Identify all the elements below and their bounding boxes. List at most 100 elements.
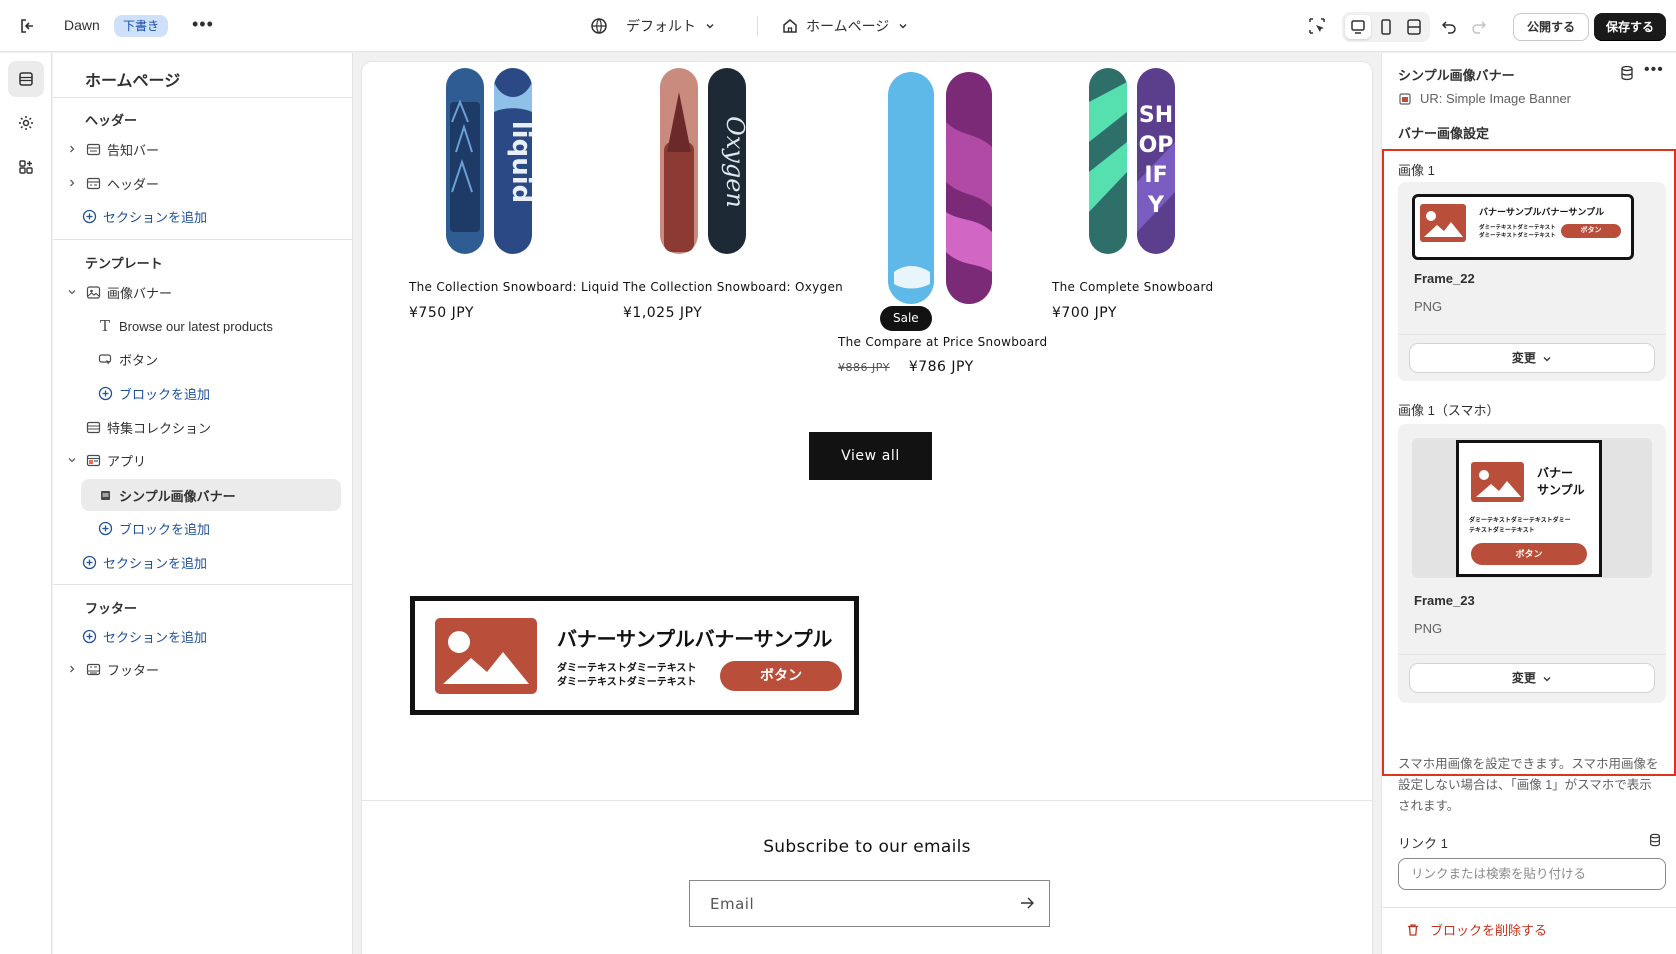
redo-icon[interactable]	[1468, 15, 1490, 37]
add-section-label: セクションを追加	[103, 629, 208, 645]
image-placeholder-icon	[435, 618, 537, 694]
add-section-button[interactable]: セクションを追加	[81, 203, 207, 229]
image1-label: 画像 1	[1398, 163, 1435, 178]
section-label: ヘッダー	[107, 176, 160, 192]
banner-title: バナーサンプルバナーサンプル	[557, 627, 833, 651]
newsletter-title: Subscribe to our emails	[763, 837, 971, 857]
app-icon	[1399, 92, 1411, 105]
section-item-footer[interactable]: フッター	[65, 656, 159, 682]
banner-button[interactable]: ボタン	[720, 661, 842, 691]
announcement-bar-icon	[85, 141, 101, 157]
template-select[interactable]: デフォルト	[590, 14, 716, 38]
header-group-title: ヘッダー	[85, 113, 138, 128]
footer-group-title: フッター	[85, 601, 138, 616]
image1-mobile-picker[interactable]: バナー サンプル ダミーテキストダミーテキストダミー テキストダミーテキスト ボ…	[1398, 424, 1666, 703]
theme-name: Dawn	[64, 17, 100, 33]
product-image[interactable]	[828, 62, 1038, 312]
fullscreen-view-button[interactable]	[1401, 15, 1427, 39]
thumb-title: バナーサンプルバナーサンプル	[1479, 207, 1605, 217]
file-name: Frame_23	[1414, 593, 1475, 608]
banner-text-line: ダミーテキストダミーテキスト	[557, 677, 697, 688]
block-item-heading[interactable]: T Browse our latest products	[97, 313, 273, 339]
link-input[interactable]: リンクまたは検索を貼り付ける	[1398, 858, 1666, 890]
block-item-simple-image-banner[interactable]: シンプル画像バナー	[81, 479, 341, 511]
divider	[53, 584, 353, 585]
thumb-button: ボタン	[1561, 224, 1621, 238]
add-section-label: セクションを追加	[103, 209, 208, 225]
text-icon: T	[99, 317, 110, 335]
product-image[interactable]: SH OP IF Y	[1043, 62, 1253, 282]
settings-rail-button[interactable]	[8, 105, 44, 141]
page-title: ホームページ	[85, 73, 181, 90]
database-icon[interactable]	[1648, 833, 1662, 850]
undo-icon[interactable]	[1438, 15, 1460, 37]
file-name: Frame_22	[1414, 271, 1475, 286]
product-price-row: ¥886 JPY ¥786 JPY	[838, 359, 974, 375]
gear-icon	[19, 116, 33, 130]
simple-image-banner[interactable]: バナーサンプルバナーサンプル ダミーテキストダミーテキスト ダミーテキストダミー…	[410, 596, 859, 715]
product-image[interactable]: liquid	[400, 62, 610, 282]
app-section-icon	[85, 452, 101, 468]
mobile-view-button[interactable]	[1373, 15, 1399, 39]
inspector-icon[interactable]	[1306, 15, 1328, 37]
arrow-right-icon[interactable]	[1019, 895, 1035, 915]
icon-rail	[0, 53, 52, 954]
chevron-right-icon	[65, 142, 79, 156]
chevron-right-icon	[65, 176, 79, 190]
database-icon[interactable]	[1619, 65, 1635, 84]
add-section-label: セクションを追加	[103, 555, 208, 571]
svg-text:IF: IF	[1144, 163, 1167, 188]
add-block-button[interactable]: ブロックを追加	[97, 515, 210, 541]
delete-block-button[interactable]: ブロックを削除する	[1382, 907, 1676, 939]
publish-button[interactable]: 公開する	[1513, 13, 1589, 41]
block-label: ボタン	[119, 352, 159, 368]
section-item-apps[interactable]: アプリ	[65, 447, 146, 473]
save-button[interactable]: 保存する	[1594, 13, 1666, 41]
chevron-right-icon	[65, 662, 79, 676]
block-settings-panel: シンプル画像バナー ••• UR: Simple Image Banner バナ…	[1381, 53, 1676, 954]
section-item-featured-collection[interactable]: 特集コレクション	[85, 414, 211, 440]
chevron-down-icon	[1543, 356, 1551, 362]
thumb-text-line: ダミーテキストダミーテキストダミー	[1469, 518, 1571, 524]
image1-mobile-label: 画像 1（スマホ）	[1398, 403, 1500, 418]
add-section-button[interactable]: セクションを追加	[81, 623, 207, 649]
change-image-button[interactable]: 変更	[1410, 664, 1654, 692]
page-select[interactable]: ホームページ	[782, 14, 909, 38]
product-name[interactable]: The Collection Snowboard: Oxygen	[623, 280, 843, 294]
image1-mobile-thumbnail: バナー サンプル ダミーテキストダミーテキストダミー テキストダミーテキスト ボ…	[1412, 438, 1652, 578]
thumb-text: ダミーテキストダミーテキスト	[1479, 233, 1556, 239]
exit-icon[interactable]	[18, 16, 38, 36]
section-item-header[interactable]: ヘッダー	[65, 170, 159, 196]
thumb-title-line: バナー	[1537, 466, 1574, 480]
device-toggle-group	[1342, 12, 1430, 42]
change-image-button[interactable]: 変更	[1410, 344, 1654, 372]
image1-picker[interactable]: バナーサンプルバナーサンプル ダミーテキストダミーテキスト ダミーテキストダミー…	[1398, 182, 1666, 381]
section-item-image-banner[interactable]: 画像バナー	[65, 279, 172, 305]
svg-text:OP: OP	[1139, 133, 1174, 158]
product-name[interactable]: The Complete Snowboard	[1052, 280, 1213, 294]
sections-rail-button[interactable]	[8, 61, 44, 97]
view-all-button[interactable]: View all	[809, 432, 932, 480]
product-name[interactable]: The Compare at Price Snowboard	[838, 335, 1047, 349]
block-item-button[interactable]: ボタン	[97, 346, 158, 372]
desktop-view-button[interactable]	[1345, 15, 1371, 39]
settings-heading: バナー画像設定	[1398, 126, 1490, 141]
product-name[interactable]: The Collection Snowboard: Liquid	[409, 280, 619, 294]
chevron-down-icon	[1543, 676, 1551, 682]
block-label: シンプル画像バナー	[119, 488, 236, 504]
thumb-title: バナー サンプル	[1537, 465, 1585, 499]
product-price: ¥700 JPY	[1052, 305, 1117, 321]
add-block-button[interactable]: ブロックを追加	[97, 380, 210, 406]
add-section-button[interactable]: セクションを追加	[81, 549, 207, 575]
newsletter-email-input[interactable]: Email	[689, 880, 1050, 927]
email-placeholder: Email	[710, 895, 755, 913]
more-actions-button[interactable]: •••	[192, 14, 214, 35]
file-type: PNG	[1414, 621, 1443, 636]
svg-text:SH: SH	[1139, 103, 1173, 128]
trash-icon	[1408, 923, 1418, 936]
apps-rail-button[interactable]	[8, 149, 44, 185]
thumb-title-line: サンプル	[1537, 483, 1585, 497]
section-item-announcement[interactable]: 告知バー	[65, 136, 159, 162]
product-image[interactable]: Oxygen	[614, 62, 824, 282]
more-options-button[interactable]: •••	[1644, 61, 1664, 79]
